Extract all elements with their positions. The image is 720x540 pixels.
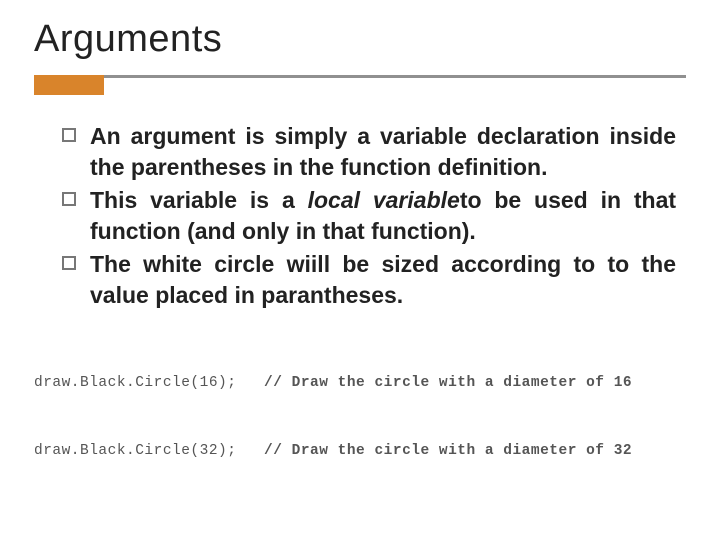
bullet-marker-icon: [62, 256, 76, 270]
code-block: draw.Black.Circle(16); // Draw the circl…: [34, 327, 686, 507]
code-comment: // Draw the circle with a diameter of 16: [264, 375, 632, 391]
bullet-item: This variable is a local variableto be u…: [62, 185, 676, 247]
title-rule-accent: [34, 75, 104, 95]
bullet-text: This variable is a local variableto be u…: [90, 185, 676, 247]
slide: Arguments An argument is simply a variab…: [0, 0, 720, 540]
code-line: draw.Black.Circle(32); // Draw the circl…: [34, 440, 686, 462]
bullet-text: An argument is simply a variable declara…: [90, 121, 676, 183]
bullet-text-span: An argument is simply a variable declara…: [90, 123, 676, 180]
code-line: draw.Black.Circle(16); // Draw the circl…: [34, 372, 686, 394]
code-comment: // Draw the circle with a diameter of 32: [264, 443, 632, 459]
slide-title: Arguments: [34, 18, 686, 61]
bullet-text-span: The white circle wiill be sized accordin…: [90, 251, 676, 308]
bullet-text-italic: local variable: [308, 187, 460, 213]
code-call: draw.Black.Circle(16);: [34, 375, 236, 391]
bullet-item: The white circle wiill be sized accordin…: [62, 249, 676, 309]
code-call: draw.Black.Circle(32);: [34, 443, 236, 459]
bullet-marker-icon: [62, 128, 76, 142]
bullet-list: An argument is simply a variable declara…: [34, 121, 686, 309]
bullet-text-span: This variable is a: [90, 187, 308, 213]
bullet-marker-icon: [62, 192, 76, 206]
bullet-text: The white circle wiill be sized accordin…: [90, 249, 676, 309]
bullet-item: An argument is simply a variable declara…: [62, 121, 676, 183]
title-rule: [34, 75, 686, 95]
title-rule-line: [104, 75, 686, 78]
